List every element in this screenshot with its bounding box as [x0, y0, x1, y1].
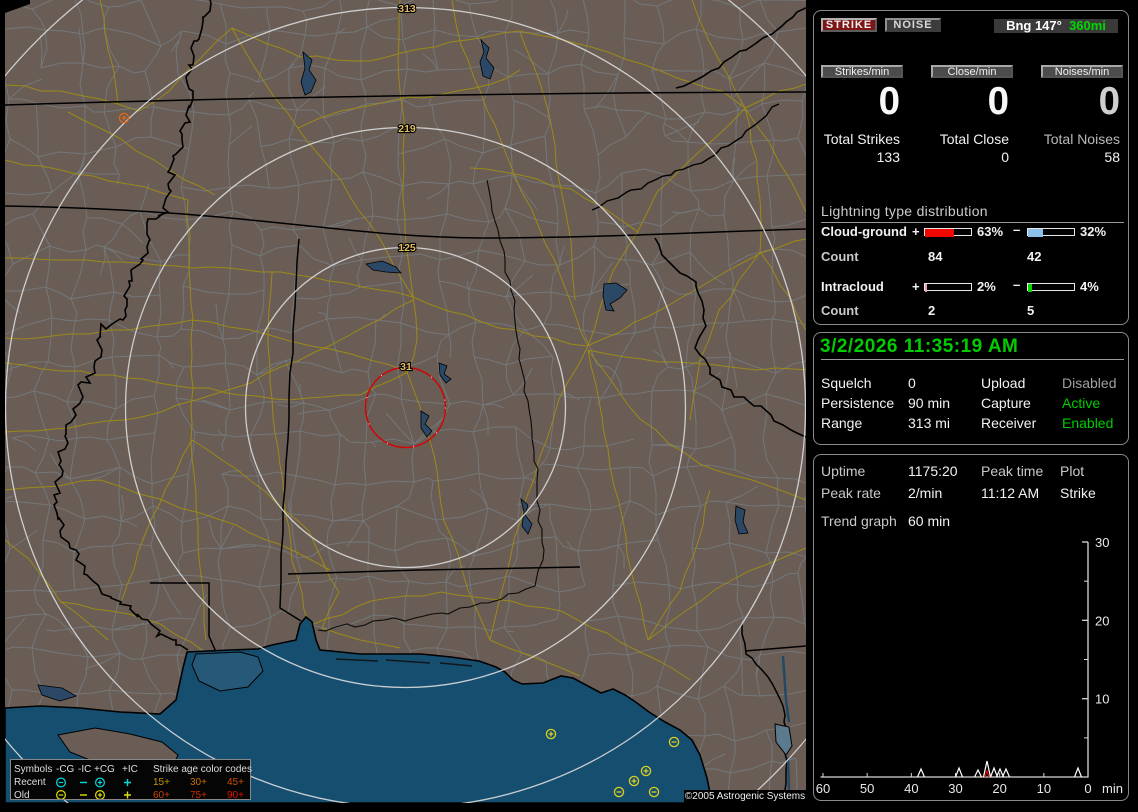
- svg-text:20: 20: [992, 781, 1006, 796]
- svg-text:31: 31: [400, 361, 412, 373]
- svg-text:40: 40: [904, 781, 918, 796]
- svg-text:10: 10: [1095, 692, 1109, 707]
- svg-text:min: min: [1102, 781, 1123, 796]
- svg-text:219: 219: [398, 123, 416, 135]
- svg-text:30: 30: [948, 781, 962, 796]
- svg-text:10: 10: [1037, 781, 1051, 796]
- svg-text:50: 50: [860, 781, 874, 796]
- svg-text:313: 313: [398, 3, 416, 15]
- svg-text:60: 60: [816, 781, 830, 796]
- svg-text:30: 30: [1095, 535, 1109, 550]
- svg-text:0: 0: [1084, 781, 1091, 796]
- svg-text:20: 20: [1095, 613, 1109, 628]
- svg-text:125: 125: [398, 242, 416, 254]
